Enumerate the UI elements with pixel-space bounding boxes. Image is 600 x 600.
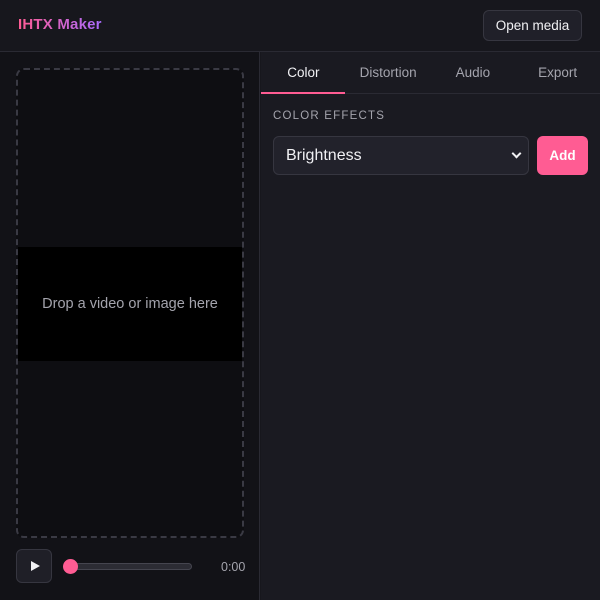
tab-export[interactable]: Export [515,52,600,93]
preview-stage: Drop a video or image here [18,247,242,361]
tab-color[interactable]: Color [261,52,346,94]
player-controls: 0:00 [16,549,246,585]
preview-pane: Drop a video or image here 0:00 [0,52,260,600]
tab-bar: Color Distortion Audio Export [261,52,600,94]
chevron-down-icon [511,148,522,159]
app-window: IHTX Maker Open media Drop a video or im… [0,0,600,600]
app-logo: IHTX Maker [18,16,102,33]
time-display: 0:00 [221,560,246,574]
play-icon [30,561,40,571]
tab-distortion[interactable]: Distortion [346,52,431,93]
effect-select-value: Brightness [286,147,362,164]
dropzone-hint: Drop a video or image here [42,296,218,312]
media-dropzone[interactable]: Drop a video or image here [16,68,244,538]
effects-pane: Color Distortion Audio Export COLOR EFFE… [261,52,600,600]
section-title: COLOR EFFECTS [273,110,386,122]
effect-select[interactable]: Brightness [273,136,529,175]
play-button[interactable] [16,549,52,583]
seek-thumb[interactable] [63,559,78,574]
open-media-button[interactable]: Open media [483,10,582,41]
seek-track[interactable] [70,563,192,570]
header: IHTX Maker Open media [0,0,600,52]
tab-audio[interactable]: Audio [431,52,516,93]
add-effect-button[interactable]: Add [537,136,588,175]
